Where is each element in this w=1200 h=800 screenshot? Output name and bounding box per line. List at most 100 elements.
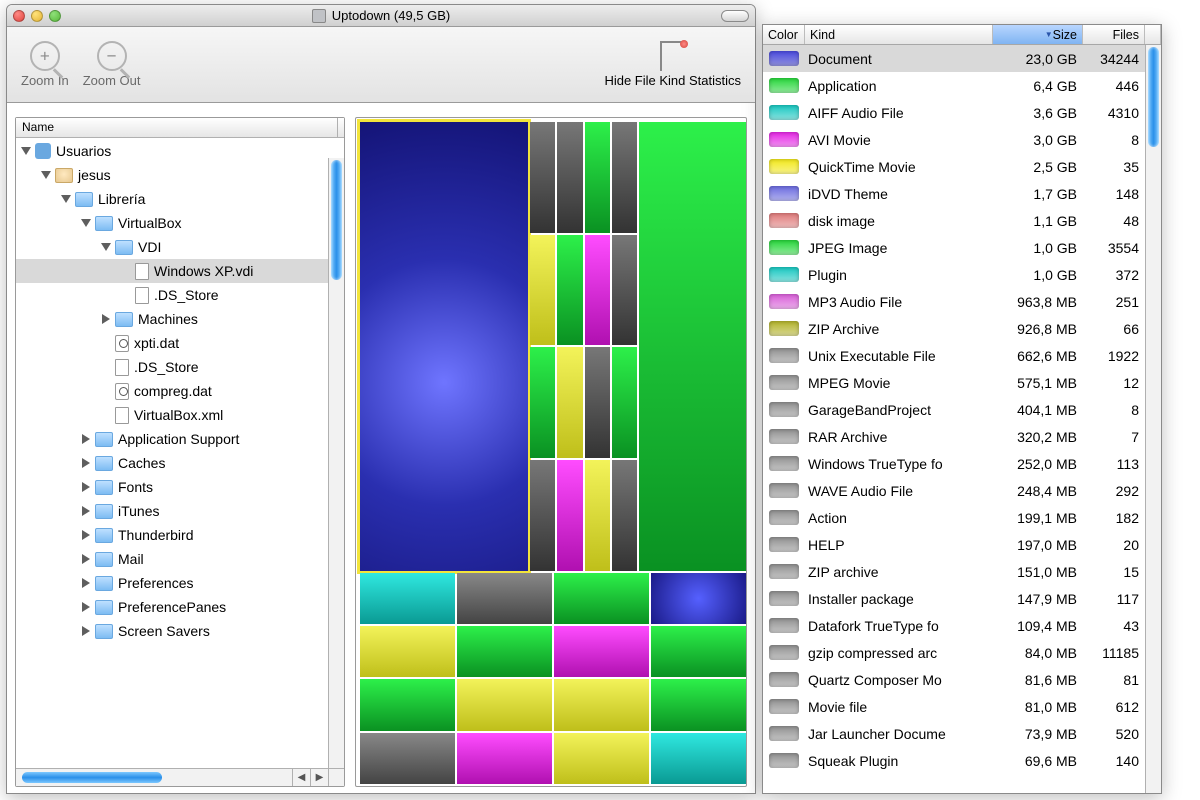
disclosure-triangle-icon[interactable] [82, 578, 90, 588]
stats-row[interactable]: Windows TrueType fo252,0 MB113 [763, 450, 1161, 477]
stats-row[interactable]: JPEG Image1,0 GB3554 [763, 234, 1161, 261]
zoom-out-button[interactable]: − Zoom Out [83, 41, 141, 88]
treemap-visualisation[interactable] [360, 122, 742, 782]
stats-row[interactable]: AIFF Audio File3,6 GB4310 [763, 99, 1161, 126]
stats-row[interactable]: disk image1,1 GB48 [763, 207, 1161, 234]
tree-row[interactable]: Machines [16, 307, 344, 331]
tree-row[interactable]: jesus [16, 163, 344, 187]
tree-row[interactable]: compreg.dat [16, 379, 344, 403]
treemap-panel[interactable] [355, 117, 747, 787]
stats-table[interactable]: Document23,0 GB34244Application6,4 GB446… [763, 45, 1161, 774]
stats-row[interactable]: Squeak Plugin69,6 MB140 [763, 747, 1161, 774]
tree-horizontal-scrollbar[interactable]: ◀ ▶ [16, 768, 328, 786]
hide-statistics-button[interactable]: Hide File Kind Statistics [604, 41, 741, 88]
stats-row[interactable]: ZIP archive151,0 MB15 [763, 558, 1161, 585]
tree-row[interactable]: Fonts [16, 475, 344, 499]
disclosure-triangle-icon[interactable] [102, 314, 110, 324]
tree-row[interactable]: .DS_Store [16, 283, 344, 307]
file-tree[interactable]: Usuarios jesusLibreríaVirtualBoxVDIWindow… [16, 138, 344, 644]
tree-row[interactable]: VDI [16, 235, 344, 259]
stats-header-color[interactable]: Color [763, 25, 805, 44]
minimize-icon[interactable] [31, 10, 43, 22]
tree-row[interactable]: Screen Savers [16, 619, 344, 643]
folder-icon [95, 528, 113, 543]
stats-files: 117 [1083, 591, 1145, 607]
stats-row[interactable]: Installer package147,9 MB117 [763, 585, 1161, 612]
disclosure-triangle-icon[interactable] [41, 171, 51, 179]
close-icon[interactable] [13, 10, 25, 22]
disclosure-triangle-icon[interactable] [82, 602, 90, 612]
treemap-block[interactable] [530, 122, 637, 571]
tree-row[interactable]: Application Support [16, 427, 344, 451]
disclosure-triangle-icon[interactable] [101, 243, 111, 251]
stats-row[interactable]: Movie file81,0 MB612 [763, 693, 1161, 720]
stats-row[interactable]: MPEG Movie575,1 MB12 [763, 369, 1161, 396]
zoom-icon[interactable] [49, 10, 61, 22]
stats-header-kind[interactable]: Kind [805, 25, 993, 44]
stats-header-files[interactable]: Files [1083, 25, 1145, 44]
treemap-block[interactable] [360, 573, 746, 784]
xml-icon [115, 383, 129, 400]
disclosure-triangle-icon[interactable] [21, 147, 31, 155]
color-swatch [769, 375, 799, 390]
disclosure-triangle-icon[interactable] [61, 195, 71, 203]
disclosure-triangle-icon[interactable] [82, 506, 90, 516]
titlebar[interactable]: Uptodown (49,5 GB) [7, 5, 755, 27]
scroll-right-icon[interactable]: ▶ [310, 769, 328, 786]
stats-row[interactable]: Datafork TrueType fo109,4 MB43 [763, 612, 1161, 639]
tree-row[interactable]: iTunes [16, 499, 344, 523]
tree-row-label: Usuarios [56, 143, 111, 159]
stats-files: 140 [1083, 753, 1145, 769]
stats-row[interactable]: Action199,1 MB182 [763, 504, 1161, 531]
stats-row[interactable]: WAVE Audio File248,4 MB292 [763, 477, 1161, 504]
tree-row[interactable]: PreferencePanes [16, 595, 344, 619]
stats-row[interactable]: GarageBandProject404,1 MB8 [763, 396, 1161, 423]
stats-row[interactable]: Application6,4 GB446 [763, 72, 1161, 99]
stats-row[interactable]: iDVD Theme1,7 GB148 [763, 180, 1161, 207]
tree-header-name[interactable]: Name [16, 118, 344, 138]
scroll-left-icon[interactable]: ◀ [292, 769, 310, 786]
tree-row[interactable]: Windows XP.vdi [16, 259, 344, 283]
stats-row[interactable]: Unix Executable File662,6 MB1922 [763, 342, 1161, 369]
stats-row[interactable]: AVI Movie3,0 GB8 [763, 126, 1161, 153]
disclosure-triangle-icon[interactable] [82, 626, 90, 636]
stats-row[interactable]: RAR Archive320,2 MB7 [763, 423, 1161, 450]
stats-row[interactable]: Quartz Composer Mo81,6 MB81 [763, 666, 1161, 693]
disclosure-triangle-icon[interactable] [81, 219, 91, 227]
stats-row[interactable]: ZIP Archive926,8 MB66 [763, 315, 1161, 342]
tree-row[interactable]: VirtualBox.xml [16, 403, 344, 427]
disclosure-triangle-icon[interactable] [82, 458, 90, 468]
zoom-in-button[interactable]: + Zoom In [21, 41, 69, 88]
stats-row[interactable]: Plugin1,0 GB372 [763, 261, 1161, 288]
tree-row[interactable]: Mail [16, 547, 344, 571]
tree-row[interactable]: Caches [16, 451, 344, 475]
stats-row[interactable]: HELP197,0 MB20 [763, 531, 1161, 558]
stats-row[interactable]: QuickTime Movie2,5 GB35 [763, 153, 1161, 180]
stats-size: 23,0 GB [993, 51, 1083, 67]
stats-vertical-scrollbar[interactable] [1145, 45, 1161, 793]
stats-row[interactable]: Jar Launcher Docume73,9 MB520 [763, 720, 1161, 747]
tree-row[interactable]: xpti.dat [16, 331, 344, 355]
tree-vertical-scrollbar[interactable] [328, 158, 344, 768]
stats-size: 1,1 GB [993, 213, 1083, 229]
disclosure-triangle-icon[interactable] [82, 530, 90, 540]
disclosure-triangle-icon[interactable] [82, 482, 90, 492]
treemap-block[interactable] [639, 122, 746, 571]
treemap-selected-block[interactable] [360, 122, 528, 571]
folder-icon [95, 504, 113, 519]
stats-row[interactable]: gzip compressed arc84,0 MB11185 [763, 639, 1161, 666]
tree-row[interactable]: .DS_Store [16, 355, 344, 379]
stats-header-size[interactable]: ▼ Size [993, 25, 1083, 44]
tree-row[interactable]: Preferences [16, 571, 344, 595]
tree-row[interactable]: Usuarios [16, 139, 344, 163]
disclosure-triangle-icon[interactable] [82, 434, 90, 444]
tree-row[interactable]: Librería [16, 187, 344, 211]
toolbar-toggle-button[interactable] [721, 10, 749, 22]
disclosure-triangle-icon[interactable] [82, 554, 90, 564]
stats-row[interactable]: Document23,0 GB34244 [763, 45, 1161, 72]
stats-kind: Movie file [805, 699, 993, 715]
tree-row[interactable]: Thunderbird [16, 523, 344, 547]
stats-kind: Application [805, 78, 993, 94]
stats-row[interactable]: MP3 Audio File963,8 MB251 [763, 288, 1161, 315]
tree-row[interactable]: VirtualBox [16, 211, 344, 235]
